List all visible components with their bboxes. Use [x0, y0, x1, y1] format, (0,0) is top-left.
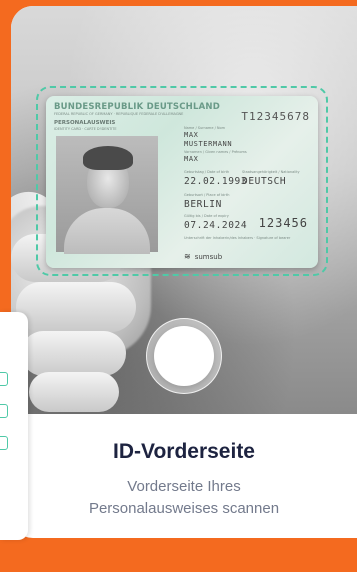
- side-panel: [0, 312, 28, 540]
- subtitle-line-2: Personalausweises scannen: [88, 500, 280, 517]
- hand-finger: [21, 331, 126, 376]
- page-title: ID-Vorderseite: [113, 440, 255, 463]
- checkbox-icon[interactable]: [0, 372, 8, 386]
- subtitle-line-1: Vorderseite Ihres: [127, 478, 241, 495]
- checkbox-icon[interactable]: [0, 436, 8, 450]
- hand-finger: [16, 282, 136, 332]
- page-subtitle: Vorderseite Ihres Personalausweises scan…: [11, 476, 357, 520]
- scan-frame: [36, 86, 328, 276]
- shutter-button-icon[interactable]: [154, 326, 214, 386]
- camera-preview: BUNDESREPUBLIK DEUTSCHLAND FEDERAL REPUB…: [11, 6, 357, 414]
- scan-card: BUNDESREPUBLIK DEUTSCHLAND FEDERAL REPUB…: [11, 6, 357, 538]
- checkbox-icon[interactable]: [0, 404, 8, 418]
- hand-finger: [29, 372, 119, 412]
